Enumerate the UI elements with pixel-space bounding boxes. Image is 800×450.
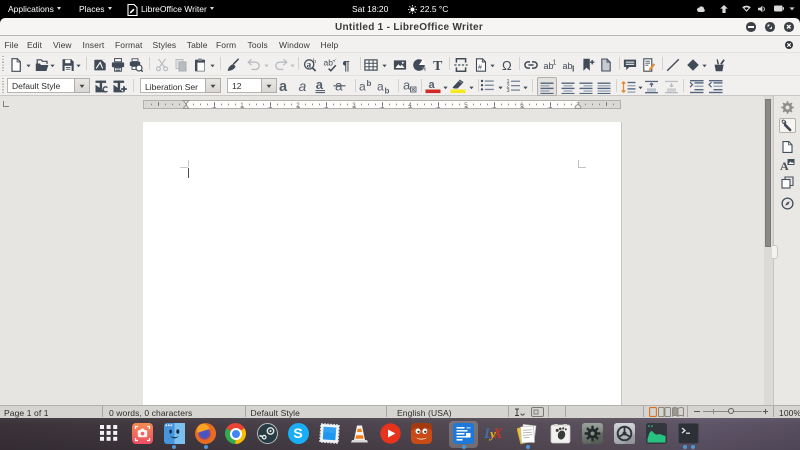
svg-text:T: T: [433, 59, 443, 72]
svg-text:b: b: [385, 87, 390, 95]
svg-text:ab: ab: [323, 58, 333, 68]
svg-text:a: a: [429, 79, 436, 91]
svg-text:a: a: [377, 80, 384, 94]
svg-text:a: a: [316, 78, 324, 92]
svg-text:3: 3: [506, 88, 509, 94]
svg-text:a: a: [279, 79, 288, 94]
svg-text:#: #: [478, 64, 482, 71]
svg-text:b: b: [313, 58, 316, 65]
svg-text:¶: ¶: [342, 58, 349, 72]
svg-text:a: a: [299, 78, 307, 94]
svg-text:1: 1: [553, 59, 557, 66]
svg-text:a: a: [359, 80, 366, 94]
svg-text:Ω: Ω: [502, 58, 512, 72]
svg-text:a: a: [307, 59, 312, 69]
svg-text:ab: ab: [563, 61, 573, 71]
svg-text:b: b: [367, 79, 372, 88]
svg-text:a: a: [403, 78, 411, 93]
